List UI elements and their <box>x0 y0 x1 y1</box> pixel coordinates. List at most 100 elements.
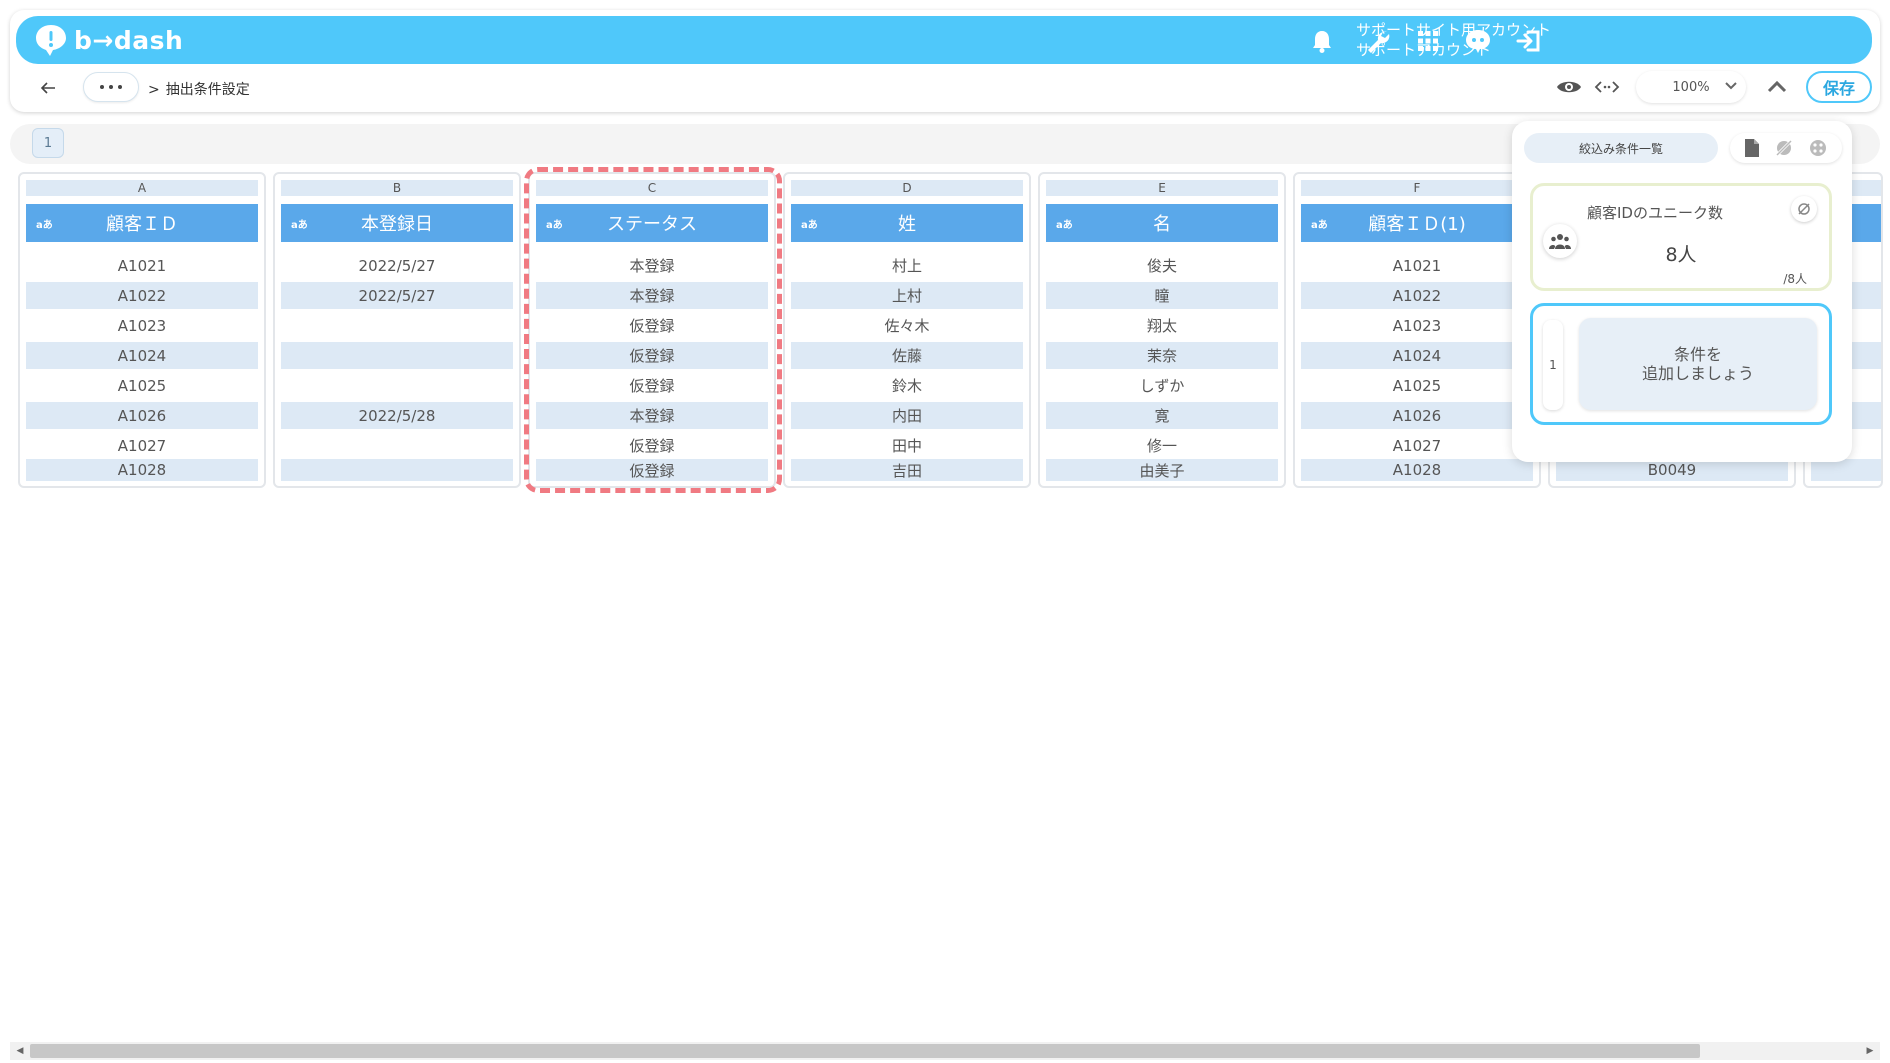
scrollbar-thumb[interactable] <box>30 1044 1700 1058</box>
condition-number: 1 <box>1543 320 1563 410</box>
page-tab-1[interactable]: 1 <box>32 128 64 158</box>
apps-grid-icon[interactable] <box>1412 25 1444 57</box>
scroll-right-icon[interactable]: ▶ <box>1862 1044 1878 1058</box>
text-type-icon: aあ <box>36 220 53 231</box>
breadcrumb: > 抽出条件設定 <box>148 79 250 99</box>
panel-icon-group <box>1730 133 1842 163</box>
column-letter[interactable]: F <box>1301 180 1533 196</box>
table-cell: 修一 <box>1146 437 1177 455</box>
document-icon[interactable] <box>1744 138 1760 158</box>
logo-text: b→dash <box>74 25 184 55</box>
table-cell: A1026 <box>26 402 258 429</box>
text-type-icon: aあ <box>1311 220 1328 231</box>
count-total: /8人 <box>1783 272 1807 286</box>
table-cell: 鈴木 <box>891 377 922 395</box>
table-cell: A1023 <box>1392 316 1442 335</box>
column-letter[interactable]: B <box>281 180 513 196</box>
save-button[interactable]: 保存 <box>1806 71 1872 103</box>
palette-icon[interactable] <box>1808 138 1828 158</box>
toggle-visibility-icon[interactable] <box>1791 196 1817 222</box>
table-cell: 吉田 <box>791 459 1023 481</box>
table-cell: A1027 <box>117 436 167 455</box>
column-letter[interactable]: C <box>536 180 768 196</box>
table-cell: A1028 <box>1301 459 1533 481</box>
add-condition-button[interactable]: 条件を 追加しましょう <box>1579 318 1817 410</box>
column-d: Daあ 姓村上 上村 佐々木 佐藤 鈴木 内田 田中 吉田 <box>783 172 1031 488</box>
table-cell: A1027 <box>1392 436 1442 455</box>
logout-icon[interactable] <box>1512 25 1544 57</box>
table-cell: 佐藤 <box>791 342 1023 369</box>
breadcrumb-current: 抽出条件設定 <box>165 82 250 98</box>
column-header[interactable]: aあ 姓 <box>791 204 1023 242</box>
table-cell: B0049 <box>1556 459 1788 481</box>
support-chat-icon[interactable] <box>1462 25 1494 57</box>
table-cell: A1022 <box>26 282 258 309</box>
add-condition-line1: 条件を <box>1673 345 1722 364</box>
table-cell: しずか <box>1139 377 1185 395</box>
text-type-icon: aあ <box>1056 220 1073 231</box>
more-breadcrumb-button[interactable] <box>83 72 139 102</box>
table-cell: 本登録 <box>629 257 675 275</box>
column-e: Eaあ 名俊夫瞳翔太 茉奈 しずか寛修一 由美子 <box>1038 172 1286 488</box>
column-b: Baあ 本登録日 2022/5/27 2022/5/27 2022/5/28 <box>273 172 521 488</box>
column-letter[interactable]: E <box>1046 180 1278 196</box>
column-header-label: ステータス <box>607 214 697 235</box>
add-condition-line2: 追加しましょう <box>1641 364 1754 383</box>
column-header-label: 顧客ＩＤ <box>106 214 178 235</box>
table-cell: 2022/5/27 <box>281 282 513 309</box>
table-cell <box>281 459 513 481</box>
breadcrumb-separator: > <box>148 82 160 98</box>
filter-list-tab[interactable]: 絞込み条件一覧 <box>1524 133 1718 163</box>
scroll-left-icon[interactable]: ◀ <box>12 1044 28 1058</box>
table-cell: 村上 <box>891 257 922 275</box>
logo[interactable]: b→dash <box>34 23 183 57</box>
column-header-label: 本登録日 <box>361 214 433 235</box>
table-cell: 本登録 <box>536 282 768 309</box>
column-letter[interactable]: A <box>26 180 258 196</box>
table-cell: 翔太 <box>1146 317 1177 335</box>
table-cell: 本登録 <box>536 402 768 429</box>
table-cell: 仮登録 <box>629 317 675 335</box>
chevron-up-icon[interactable] <box>1762 72 1792 102</box>
table-cell: 由美子 <box>1046 459 1278 481</box>
column-header-label: 顧客ＩＤ(1) <box>1368 214 1466 235</box>
table-cell: A1022 <box>1301 282 1533 309</box>
chevron-down-icon[interactable] <box>1723 78 1739 94</box>
eye-icon[interactable] <box>1554 72 1584 102</box>
code-view-icon[interactable] <box>1592 72 1622 102</box>
text-type-icon: aあ <box>546 220 563 231</box>
back-arrow-icon[interactable] <box>34 74 62 102</box>
column-letter[interactable]: D <box>791 180 1023 196</box>
column-f: Faあ 顧客ＩＤ(1) A1021 A1022 A1023 A1024 A1025 A1026… <box>1293 172 1541 488</box>
column-header[interactable]: aあ 本登録日 <box>281 204 513 242</box>
panel-tabs: 絞込み条件一覧 <box>1524 133 1842 163</box>
table-cell: A1025 <box>1392 376 1442 395</box>
column-header[interactable]: aあ 名 <box>1046 204 1278 242</box>
table-cell <box>281 342 513 369</box>
hide-icon[interactable] <box>1774 138 1794 158</box>
column-header-label: 姓 <box>898 214 916 235</box>
column-header-label: 名 <box>1153 214 1171 235</box>
table-cell: A1025 <box>117 376 167 395</box>
column-header[interactable]: aあ ステータス <box>536 204 768 242</box>
table-cell: 茉奈 <box>1046 342 1278 369</box>
table-cell: 仮登録 <box>536 342 768 369</box>
column-c: Caあ ステータス 本登録 本登録 仮登録 仮登録 仮登録 本登録 仮登録 仮登録 <box>528 172 776 488</box>
table-cell: A1021 <box>1392 256 1442 275</box>
speech-bubble-icon <box>36 25 66 56</box>
table-cell: A1028 <box>26 459 258 481</box>
table-cell: A1024 <box>26 342 258 369</box>
column-header[interactable]: aあ 顧客ＩＤ <box>26 204 258 242</box>
wrench-icon[interactable] <box>1362 25 1394 57</box>
unique-count-card: 顧客IDのユニーク数 8人 /8人 <box>1530 183 1832 291</box>
table-cell: 2022/5/28 <box>281 402 513 429</box>
table-cell: 瞳 <box>1046 282 1278 309</box>
table-cell: A1023 <box>117 316 167 335</box>
table-cell <box>281 372 513 399</box>
table-cell: 仮登録 <box>629 377 675 395</box>
table-cell: 2022/5/27 <box>358 256 436 275</box>
table-cell: A1026 <box>1301 402 1533 429</box>
bell-icon[interactable] <box>1306 25 1338 57</box>
table-cell: A1021 <box>117 256 167 275</box>
column-header[interactable]: aあ 顧客ＩＤ(1) <box>1301 204 1533 242</box>
